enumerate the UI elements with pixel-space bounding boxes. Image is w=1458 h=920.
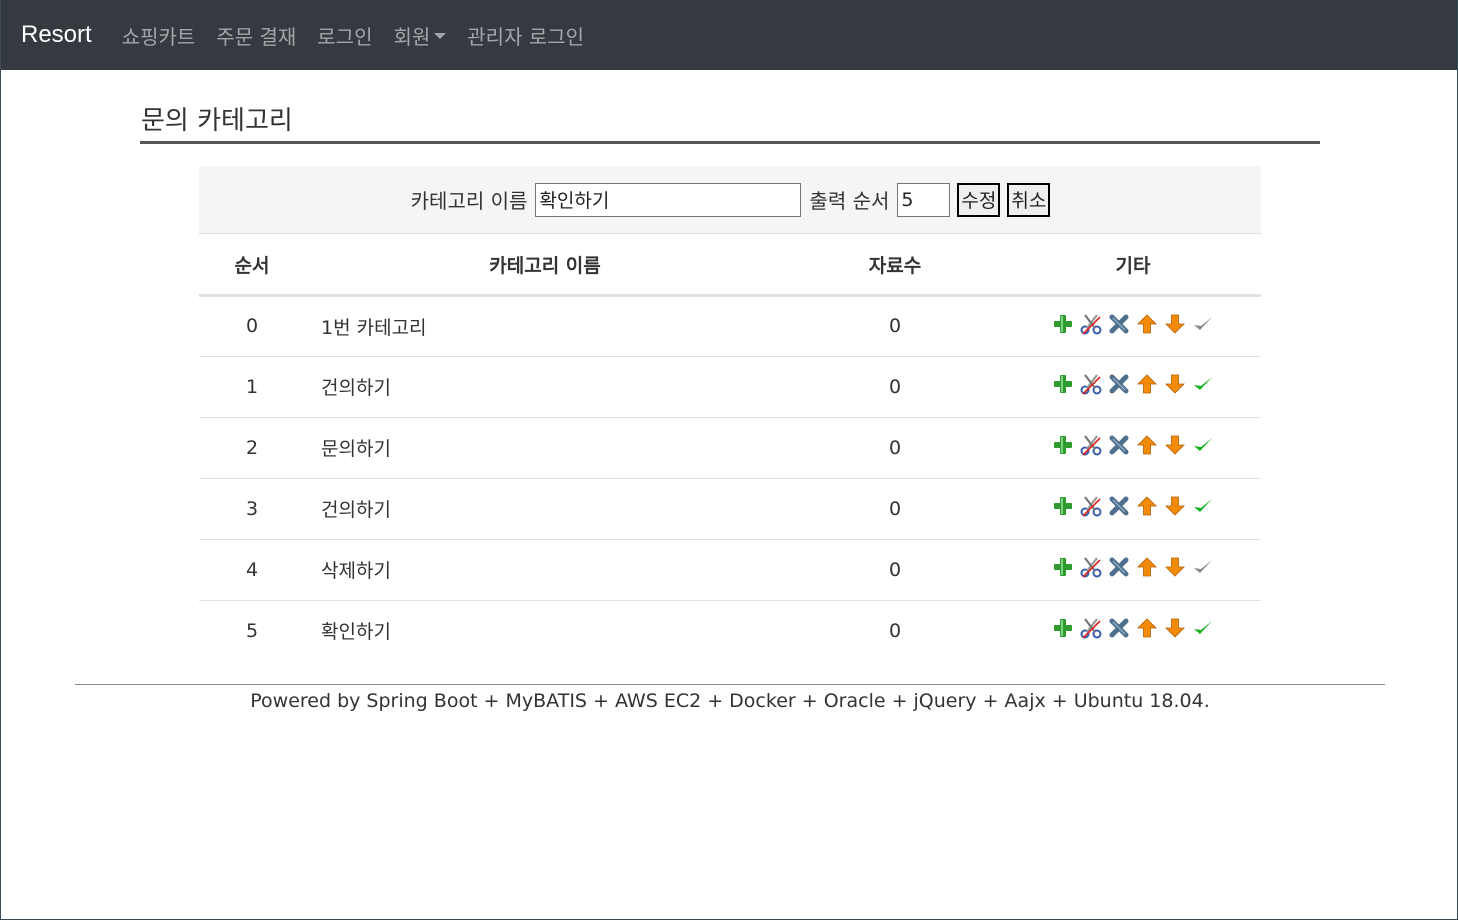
nav-shopping-cart[interactable]: 쇼핑카트 <box>122 21 196 50</box>
x-icon[interactable] <box>1108 434 1130 456</box>
table-header-row: 순서 카테고리 이름 자료수 기타 <box>199 235 1261 297</box>
x-icon[interactable] <box>1108 556 1130 578</box>
arrow-down-icon[interactable] <box>1164 495 1186 517</box>
nav-order-payment[interactable]: 주문 결재 <box>216 21 296 50</box>
plus-icon[interactable] <box>1052 434 1074 456</box>
plus-icon[interactable] <box>1052 495 1074 517</box>
footer-text: Powered by Spring Boot + MyBATIS + AWS E… <box>250 690 1210 712</box>
scissors-icon[interactable] <box>1080 556 1102 578</box>
row-seq: 4 <box>199 539 305 601</box>
row-count: 0 <box>785 356 1005 418</box>
arrow-down-icon[interactable] <box>1164 617 1186 639</box>
arrow-down-icon[interactable] <box>1164 556 1186 578</box>
row-seq: 5 <box>245 619 259 642</box>
row-name: 건의하기 <box>305 478 785 540</box>
arrow-down-icon[interactable] <box>1164 313 1186 335</box>
row-actions <box>1005 539 1261 601</box>
arrow-up-icon[interactable] <box>1136 556 1158 578</box>
row-actions <box>1005 295 1261 357</box>
x-icon[interactable] <box>1108 617 1130 639</box>
plus-icon[interactable] <box>1052 617 1074 639</box>
arrow-up-icon[interactable] <box>1136 373 1158 395</box>
row-count: 0 <box>888 619 902 642</box>
x-icon[interactable] <box>1108 373 1130 395</box>
arrow-up-icon[interactable] <box>1136 495 1158 517</box>
arrow-down-icon[interactable] <box>1164 434 1186 456</box>
header-seq: 순서 <box>199 235 305 297</box>
row-name: 삭제하기 <box>305 539 785 601</box>
row-name: 확인하기 <box>321 621 391 644</box>
arrow-up-icon[interactable] <box>1136 434 1158 456</box>
row-name: 건의하기 <box>305 356 785 418</box>
nav-member-label: 회원 <box>393 24 431 49</box>
row-seq: 3 <box>199 478 305 540</box>
check-icon[interactable] <box>1192 556 1214 578</box>
plus-icon[interactable] <box>1052 556 1074 578</box>
scissors-icon[interactable] <box>1080 434 1102 456</box>
table-row: 0 1번 카테고리 0 <box>199 295 1261 357</box>
scissors-icon[interactable] <box>1080 373 1102 395</box>
table-row: 4 삭제하기 0 <box>199 539 1261 601</box>
row-name: 문의하기 <box>305 417 785 479</box>
row-actions <box>1005 417 1261 479</box>
x-icon[interactable] <box>1108 313 1130 335</box>
top-navbar: Resort 쇼핑카트 주문 결재 로그인 회원 관리자 로그인 <box>1 0 1457 70</box>
check-icon[interactable] <box>1192 434 1214 456</box>
header-count: 자료수 <box>785 235 1005 297</box>
seq-input[interactable] <box>897 182 951 217</box>
nav-admin-login[interactable]: 관리자 로그인 <box>467 21 584 50</box>
row-actions <box>1005 600 1261 661</box>
update-button[interactable]: 수정 <box>957 182 1001 217</box>
table-row: 2 문의하기 0 <box>199 417 1261 479</box>
row-name: 1번 카테고리 <box>305 295 785 357</box>
row-count: 0 <box>785 417 1005 479</box>
row-seq: 2 <box>199 417 305 479</box>
arrow-down-icon[interactable] <box>1164 373 1186 395</box>
category-table: 순서 카테고리 이름 자료수 기타 0 1번 카테고리 0 1 건의하기 0 2 문의하기 0 3… <box>199 235 1261 661</box>
nav-member-dropdown[interactable]: 회원 <box>393 21 447 50</box>
table-row: 5 확인하기 0 <box>199 600 1261 661</box>
check-icon[interactable] <box>1192 373 1214 395</box>
table-row: 1 건의하기 0 <box>199 356 1261 418</box>
check-icon[interactable] <box>1192 495 1214 517</box>
page-title-container: 문의 카테고리 <box>140 100 1320 144</box>
x-icon[interactable] <box>1108 495 1130 517</box>
footer: Powered by Spring Boot + MyBATIS + AWS E… <box>75 684 1385 712</box>
row-count: 0 <box>785 478 1005 540</box>
brand-link[interactable]: Resort <box>21 21 92 49</box>
scissors-icon[interactable] <box>1080 495 1102 517</box>
scissors-icon[interactable] <box>1080 313 1102 335</box>
row-actions <box>1005 356 1261 418</box>
nav-login[interactable]: 로그인 <box>317 21 372 50</box>
arrow-up-icon[interactable] <box>1136 617 1158 639</box>
header-name: 카테고리 이름 <box>305 235 785 297</box>
row-count: 0 <box>785 295 1005 357</box>
plus-icon[interactable] <box>1052 313 1074 335</box>
scissors-icon[interactable] <box>1080 617 1102 639</box>
seq-label: 출력 순서 <box>809 189 890 213</box>
row-seq: 1 <box>199 356 305 418</box>
row-seq: 0 <box>199 295 305 357</box>
table-row: 3 건의하기 0 <box>199 478 1261 540</box>
category-edit-form: 카테고리 이름 출력 순서 수정 취소 <box>199 166 1261 234</box>
header-etc: 기타 <box>1005 235 1261 297</box>
page-title: 문의 카테고리 <box>141 106 293 136</box>
caret-down-icon <box>434 33 447 39</box>
row-actions <box>1005 478 1261 540</box>
arrow-up-icon[interactable] <box>1136 313 1158 335</box>
row-count: 0 <box>785 539 1005 601</box>
check-icon[interactable] <box>1192 313 1214 335</box>
category-name-label: 카테고리 이름 <box>410 189 528 213</box>
cancel-button[interactable]: 취소 <box>1007 182 1051 217</box>
check-icon[interactable] <box>1192 617 1214 639</box>
category-name-input[interactable] <box>535 182 802 217</box>
plus-icon[interactable] <box>1052 373 1074 395</box>
